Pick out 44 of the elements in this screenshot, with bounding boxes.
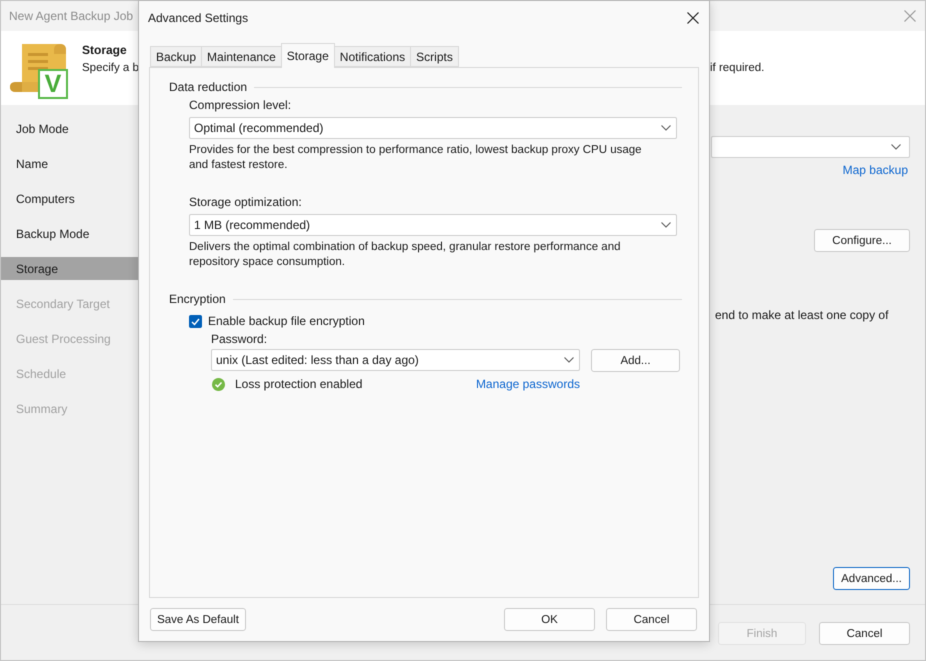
step-title: Storage [82, 43, 127, 58]
advanced-button[interactable]: Advanced... [833, 567, 910, 590]
step-description: if required. [710, 61, 764, 76]
dialog-button[interactable]: OK [504, 608, 595, 631]
checkbox-label: Enable backup file encryption [208, 314, 365, 329]
dialog-title: Advanced Settings [148, 10, 248, 26]
tab[interactable]: Scripts [410, 46, 459, 67]
info-text: end to make at least one copy of [714, 308, 888, 323]
wizard-step[interactable]: Name [1, 152, 138, 175]
add-button[interactable]: Add... [591, 349, 680, 372]
tab[interactable]: Storage [280, 43, 335, 68]
setting-description: Provides for the best compression to performance ratio, lowest backup proxy CPU usage and fastest restore. [189, 143, 643, 173]
select-dropdown[interactable]: Optimal (recommended) [189, 117, 677, 139]
configure-button[interactable]: Configure... [814, 229, 910, 252]
tab[interactable]: Maintenance [201, 46, 282, 67]
wizard-step[interactable]: Backup Mode [1, 222, 138, 245]
chevron-down-icon [564, 357, 574, 363]
field-label: Storage optimization: [189, 195, 302, 210]
chevron-down-icon [661, 222, 671, 228]
field-label: Compression level: [189, 98, 292, 113]
map-backup-link[interactable]: Map backup [842, 163, 908, 178]
close-icon[interactable] [687, 12, 699, 24]
chevron-down-icon [891, 144, 901, 150]
status-text: Loss protection enabled [235, 377, 362, 392]
group-heading: Data reduction [169, 80, 248, 95]
tab[interactable]: Notifications [334, 46, 412, 67]
field-label: Password: [211, 332, 268, 347]
password-dropdown[interactable]: unix (Last edited: less than a day ago) [211, 349, 580, 371]
chevron-down-icon [661, 125, 671, 131]
setting-description: Delivers the optimal combination of backup speed, granular restore performance and repository space consumption. [189, 240, 622, 270]
window-title: New Agent Backup Job [9, 8, 134, 24]
group-heading: Encryption [169, 292, 226, 307]
wizard-step[interactable]: Storage [1, 257, 138, 280]
dialog-button[interactable]: Cancel [606, 608, 697, 631]
wizard-step[interactable]: Computers [1, 187, 138, 210]
wizard-button[interactable]: Cancel [819, 622, 910, 645]
check-circle-icon [212, 378, 225, 391]
wizard-step[interactable]: Job Mode [1, 117, 138, 140]
manage-passwords-link[interactable]: Manage passwords [476, 377, 580, 392]
tab[interactable]: Backup [150, 46, 202, 67]
letter-badge: V [38, 69, 68, 99]
select-dropdown[interactable]: 1 MB (recommended) [189, 214, 677, 236]
checkbox[interactable] [189, 315, 202, 328]
save-as-default-button[interactable]: Save As Default [150, 608, 246, 631]
